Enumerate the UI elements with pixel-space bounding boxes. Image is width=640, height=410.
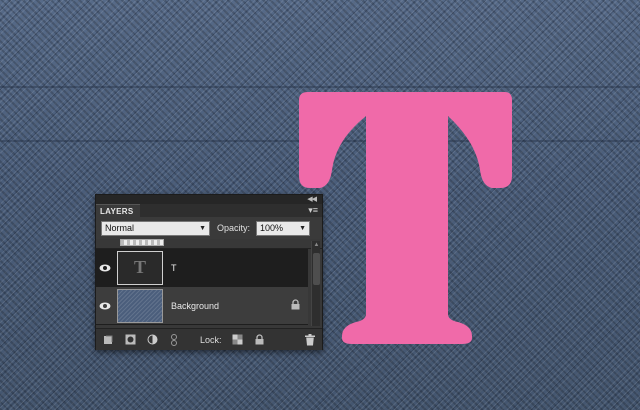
panel-footer: Lock: (96, 328, 322, 350)
layer-row-t[interactable]: T T (96, 249, 308, 287)
blend-mode-select[interactable]: Normal ▼ (101, 220, 210, 236)
lock-all-icon[interactable] (254, 334, 266, 346)
background-layer-thumbnail (117, 288, 163, 323)
adjustment-layer-icon[interactable] (146, 334, 158, 346)
panel-title-bar[interactable]: ◀◀ (96, 195, 322, 204)
layers-list[interactable]: T T Background ▲ (96, 239, 322, 328)
opacity-field[interactable]: 100% ▼ (256, 220, 311, 236)
text-layer-thumbnail: T (117, 250, 163, 285)
scroll-up-icon[interactable]: ▲ (312, 241, 321, 249)
partial-layer-thumbnail (120, 239, 164, 246)
tab-layers[interactable]: LAYERS (96, 204, 140, 217)
partial-layer-row[interactable] (96, 239, 322, 249)
double-chevron-icon[interactable]: ◀◀ (307, 196, 317, 203)
layers-scrollbar[interactable]: ▲ (311, 241, 320, 326)
mask-icon[interactable] (124, 334, 136, 346)
pink-letter-t (299, 92, 512, 344)
panel-menu-icon[interactable]: ▾≡ (308, 205, 318, 215)
blend-mode-value: Normal (105, 223, 135, 233)
lock-label: Lock: (200, 334, 222, 345)
opacity-value: 100% (260, 223, 284, 233)
new-layer-icon[interactable] (102, 334, 114, 346)
lock-transparency-icon[interactable] (232, 334, 244, 346)
layer-row-background[interactable]: Background (96, 287, 308, 325)
trash-icon[interactable] (304, 333, 316, 346)
opacity-label: Opacity: (217, 223, 251, 233)
eye-icon[interactable] (96, 264, 114, 272)
lock-icon (291, 297, 300, 315)
chevron-down-icon: ▼ (199, 224, 206, 232)
panel-header: LAYERS ▾≡ (96, 204, 322, 217)
layer-name[interactable]: T (171, 263, 308, 273)
blend-controls: Normal ▼ Opacity: 100% ▼ (96, 217, 322, 239)
eye-icon[interactable] (96, 302, 114, 310)
link-icon[interactable] (168, 333, 180, 346)
layers-panel: ◀◀ LAYERS ▾≡ Normal ▼ Opacity: 100% ▼ T … (95, 194, 323, 350)
layer-name[interactable]: Background (171, 301, 291, 311)
chevron-down-icon[interactable]: ▼ (299, 225, 306, 232)
scroll-thumb[interactable] (313, 253, 320, 285)
